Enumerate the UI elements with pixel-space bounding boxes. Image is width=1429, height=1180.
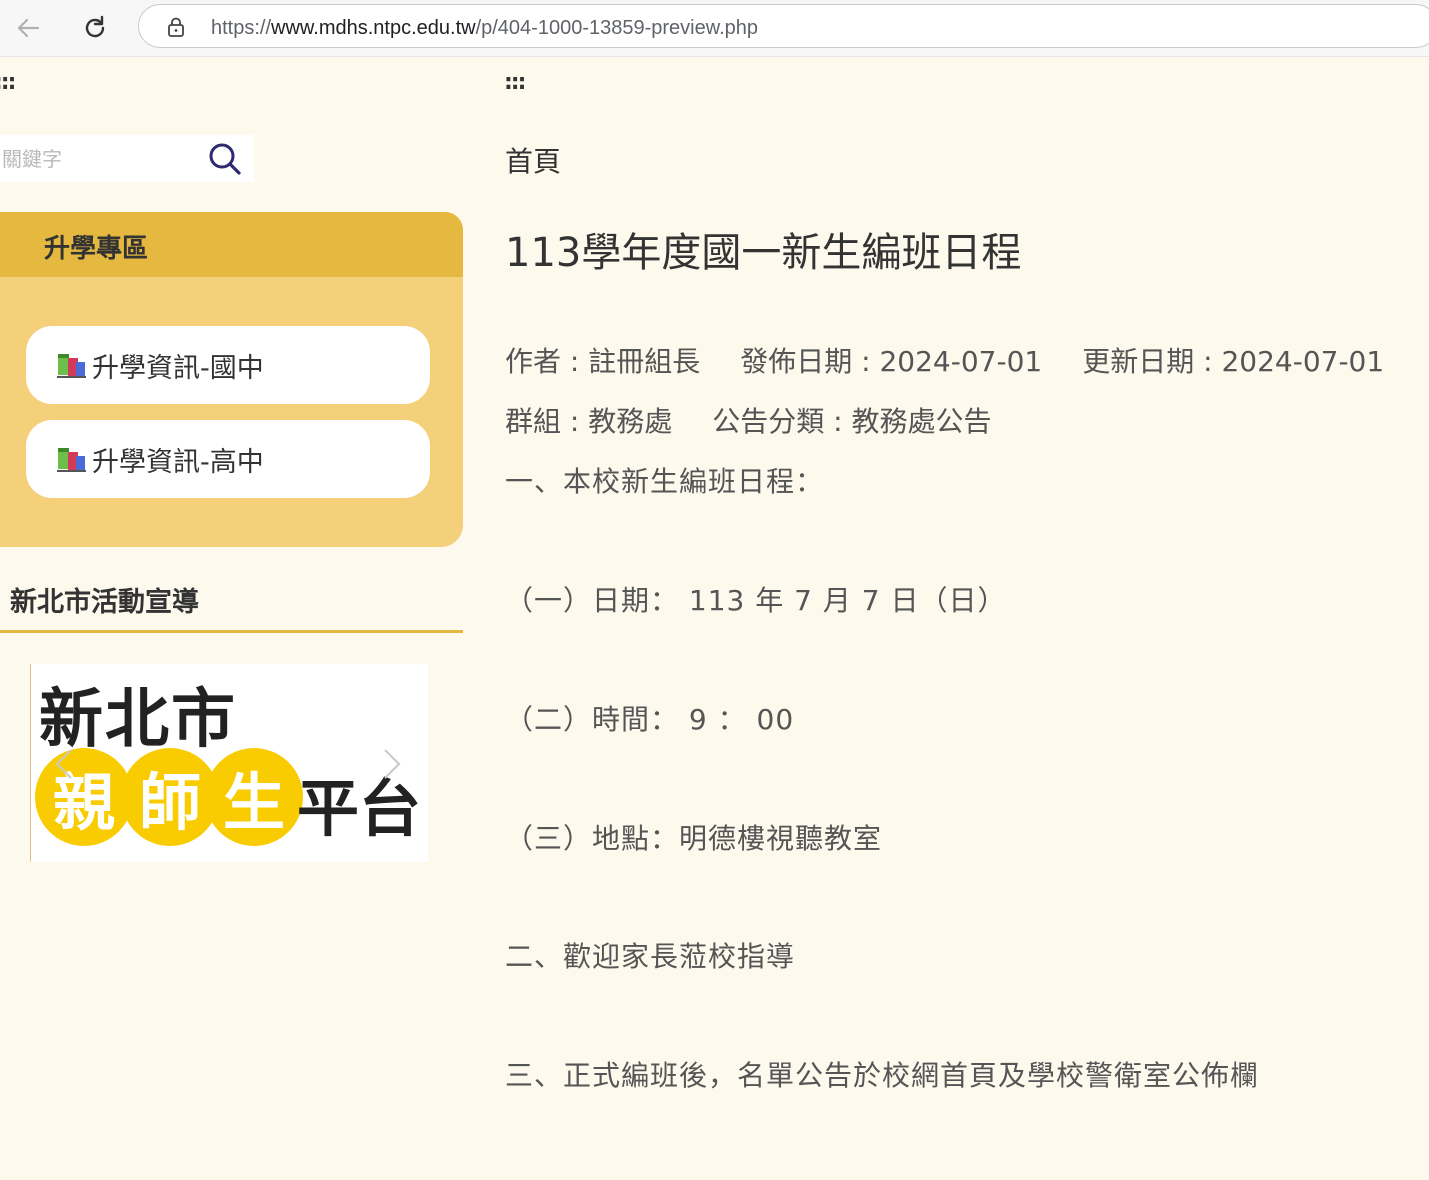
url-scheme: https:// xyxy=(211,17,272,39)
zone-item-label: 升學資訊-高中 xyxy=(92,446,264,478)
content-line: （二）時間： 9 ： 00 xyxy=(505,703,795,736)
url-host: www.mdhs.ntpc.edu.tw xyxy=(271,17,476,39)
reload-icon xyxy=(85,15,105,38)
books-icon xyxy=(56,445,88,473)
url-text: https://www.mdhs.ntpc.edu.tw/p/404-1000-… xyxy=(211,17,758,40)
address-bar[interactable]: https://www.mdhs.ntpc.edu.tw/p/404-1000-… xyxy=(138,4,1429,48)
promo-section-title: 新北市活動宣導 xyxy=(10,587,199,618)
browser-toolbar: https://www.mdhs.ntpc.edu.tw/p/404-1000-… xyxy=(0,0,1429,57)
content-line: （一）日期： 113 年 7 月 7 日（日） xyxy=(505,584,1007,617)
content-line: 二、歡迎家長蒞校指導 xyxy=(505,940,796,973)
arrow-left-icon xyxy=(17,18,40,38)
meta-author: 作者 : 註冊組長 xyxy=(505,345,701,378)
lock-icon[interactable] xyxy=(165,16,187,38)
admission-zone-header: 升學專區 xyxy=(0,212,463,277)
promo-divider xyxy=(0,630,463,633)
zone-item-junior-high[interactable]: 升學資訊-國中 xyxy=(26,326,430,404)
content-line: （三）地點：明德樓視聽教室 xyxy=(505,822,883,855)
main-accesskey-link[interactable]: ::: xyxy=(504,70,526,95)
zone-item-senior-high[interactable]: 升學資訊-高中 xyxy=(26,420,430,498)
meta-row-1: 作者 : 註冊組長 發佈日期 : 2024-07-01 更新日期 : 2024-07… xyxy=(505,340,1384,380)
reload-button[interactable] xyxy=(75,8,115,48)
admission-zone-title: 升學專區 xyxy=(44,234,149,264)
banner-circle: 生 xyxy=(205,748,303,846)
meta-updated: 更新日期 : 2024-07-01 xyxy=(1082,345,1385,378)
search-box xyxy=(0,135,254,182)
back-button[interactable] xyxy=(8,8,48,48)
meta-published: 發佈日期 : 2024-07-01 xyxy=(740,345,1043,378)
meta-category: 公告分類 : 教務處公告 xyxy=(712,405,992,438)
content-line: 三、正式編班後，名單公告於校網首頁及學校警衛室公佈欄 xyxy=(505,1059,1260,1092)
carousel-prev-icon[interactable] xyxy=(49,744,79,784)
url-path: /p/404-1000-13859-preview.php xyxy=(475,17,758,39)
left-accesskey-link[interactable]: ::: xyxy=(0,70,16,95)
promo-banner-carousel[interactable]: 新北市 親 師 生 平台 xyxy=(30,664,428,862)
meta-group: 群組 : 教務處 xyxy=(505,405,673,438)
breadcrumb-home[interactable]: 首頁 xyxy=(505,140,561,180)
zone-item-label: 升學資訊-國中 xyxy=(92,352,264,384)
meta-row-2: 群組 : 教務處 公告分類 : 教務處公告 xyxy=(505,400,992,440)
search-button[interactable] xyxy=(205,140,245,178)
search-input[interactable] xyxy=(0,135,195,182)
carousel-next-icon[interactable] xyxy=(377,744,407,784)
admission-zone-panel: 升學專區 升學資訊-國中 升學資訊-高中 xyxy=(0,212,463,547)
books-icon xyxy=(56,351,88,379)
content-line: 一、本校新生編班日程： xyxy=(505,465,825,498)
search-icon xyxy=(209,143,241,175)
page-title: 113學年度國一新生編班日程 xyxy=(505,230,1022,276)
